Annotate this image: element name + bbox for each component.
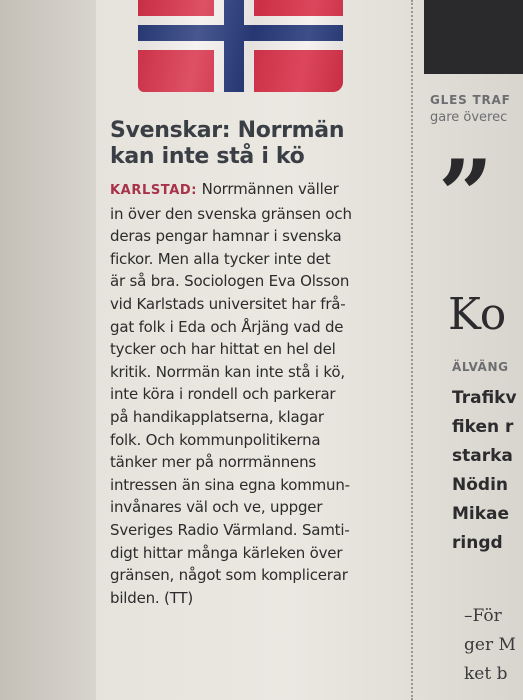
adjacent-line: fiken r: [452, 417, 514, 437]
body-line: på handikapplatserna, klagar: [110, 407, 324, 426]
body-line-start: Norrmännen väller: [197, 180, 339, 198]
body-line: fickor. Men alla tycker inte det: [110, 249, 331, 268]
headline-line: Svenskar: Norrmän: [110, 118, 345, 143]
newspaper-page: Svenskar: Norrmän kan inte stå i kö KARL…: [0, 0, 523, 700]
body-line: gat folk i Eda och Årjäng vad de: [110, 317, 344, 336]
adjacent-kicker-sub: gare överec: [430, 110, 508, 125]
quote-mark-icon: ”: [438, 139, 494, 252]
adjacent-line: –För: [464, 606, 502, 626]
adjacent-line: Nödin: [452, 475, 509, 495]
body-line: tycker och har hittat en hel del: [110, 340, 336, 359]
body-line: bilden. (TT): [110, 588, 194, 607]
article-body: KARLSTAD: Norrmännen väller in över den …: [110, 178, 400, 609]
article-headline: Svenskar: Norrmän kan inte stå i kö: [110, 118, 400, 170]
column-divider: [411, 0, 413, 700]
body-line: invånares väl och ve, uppger: [110, 498, 323, 517]
previous-column-edge: [0, 0, 96, 700]
body-line: gränsen, något som komplicerar: [110, 566, 348, 585]
body-line: folk. Och kommunpolitikerna: [110, 430, 321, 449]
body-line: kritik. Norrmän kan inte stå i kö,: [110, 362, 345, 381]
adjacent-serif-text: –För ger M ket b: [464, 602, 516, 689]
adjacent-column: GLES TRAF gare överec ” Ko ÄLVÄNG Trafik…: [424, 0, 523, 700]
body-line: vid Karlstads universitet har frå-: [110, 294, 346, 313]
body-line: in över den svenska gränsen och: [110, 204, 352, 223]
body-line: Sveriges Radio Värmland. Samti-: [110, 520, 350, 539]
headline-line: kan inte stå i kö: [110, 144, 305, 169]
adjacent-line: ket b: [464, 664, 508, 684]
adjacent-line: Trafikv: [452, 388, 517, 408]
body-line: KARLSTAD: Norrmännen väller: [110, 178, 400, 203]
adjacent-line: ger M: [464, 635, 516, 655]
adjacent-headline: Ko: [448, 289, 507, 340]
body-line: tänker mer på norrmännens: [110, 453, 317, 472]
adjacent-dateline: ÄLVÄNG: [452, 360, 509, 374]
adjacent-line: Mikae: [452, 504, 510, 524]
adjacent-line: ringd: [452, 533, 503, 553]
adjacent-bold-text: Trafikv fiken r starka Nödin Mikae ringd: [452, 384, 517, 558]
adjacent-kicker: GLES TRAF: [430, 93, 511, 107]
norwegian-flag-image: [138, 0, 343, 92]
article-dateline: KARLSTAD:: [110, 183, 198, 198]
body-line: digt hittar många kärleken över: [110, 543, 343, 562]
adjacent-photo: [424, 0, 523, 74]
adjacent-line: starka: [452, 446, 513, 466]
news-article: Svenskar: Norrmän kan inte stå i kö KARL…: [110, 118, 400, 609]
body-line: deras pengar hamnar i svenska: [110, 227, 342, 246]
body-line: är så bra. Sociologen Eva Olsson: [110, 272, 350, 291]
body-line: inte köra i rondell och parkerar: [110, 385, 336, 404]
body-line: intressen än sina egna kommun-: [110, 475, 350, 494]
